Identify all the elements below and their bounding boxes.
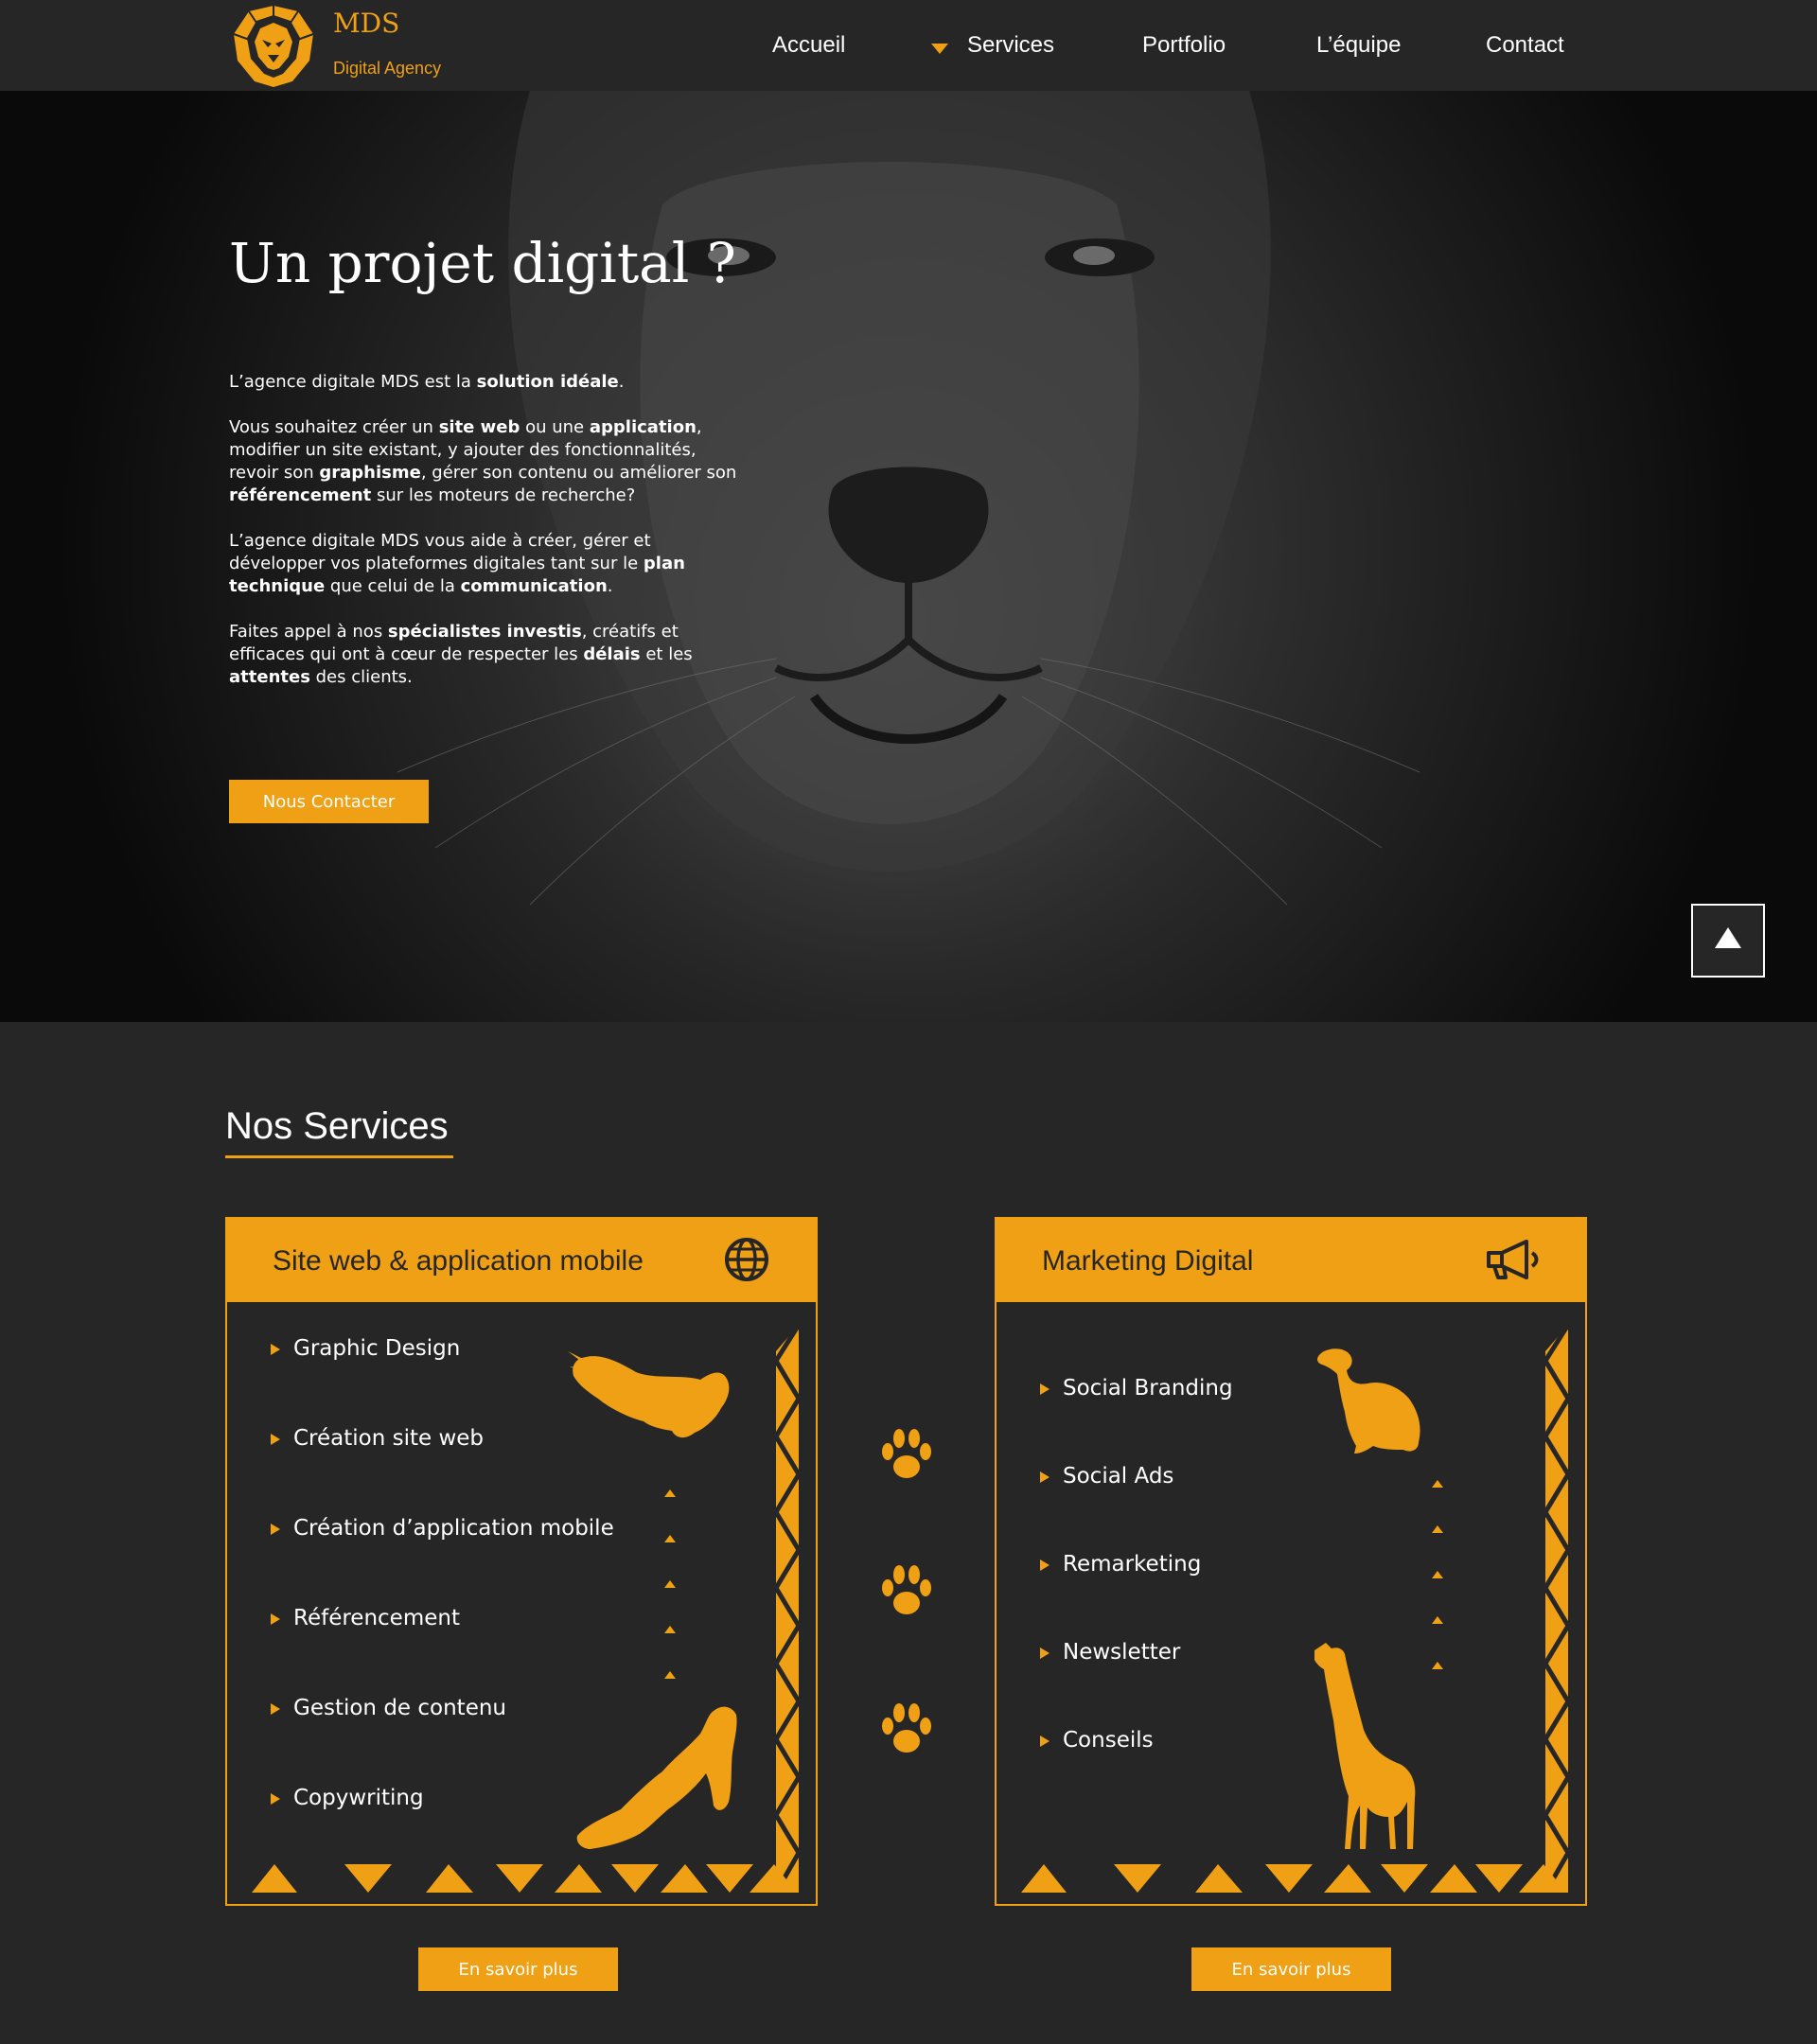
service-card-web: Site web & application mobile Graphic De… [225,1217,818,1906]
arrow-up-icon[interactable] [1691,904,1765,978]
triangle-right-icon [1040,1471,1050,1483]
nav-item-equipe[interactable]: L’équipe [1316,32,1401,59]
triangle-right-icon [1040,1648,1050,1659]
triangle-right-icon [271,1524,280,1535]
hero-paragraph: Vous souhaitez créer un site web ou une … [229,417,737,505]
lion-head-logo[interactable] [230,2,317,89]
service-card-marketing: Marketing Digital Social Branding Social… [995,1217,1587,1906]
triangle-right-icon [1040,1559,1050,1571]
triangle-right-icon [1040,1383,1050,1395]
triangle-right-icon [271,1434,280,1445]
triangle-right-icon [271,1344,280,1355]
vulture-silhouette [1317,1348,1420,1454]
triangle-right-icon [271,1703,280,1715]
top-navbar: MDS Digital Agency Accueil Services Port… [0,0,1817,91]
giraffe-silhouette [1314,1643,1416,1849]
triangle-right-icon [271,1793,280,1805]
hero-paragraph: L’agence digitale MDS est la solution id… [229,372,625,392]
nav-item-accueil[interactable]: Accueil [772,32,845,59]
hero-paragraph: L’agence digitale MDS vous aide à créer,… [229,531,685,596]
chevron-down-icon[interactable] [931,44,948,54]
paw-icon [882,1429,931,1478]
triangle-right-icon [271,1613,280,1625]
brand-name[interactable]: MDS [333,8,399,39]
nav-item-contact[interactable]: Contact [1486,32,1564,59]
title-underline [225,1155,453,1158]
nav-item-services[interactable]: Services [967,32,1054,59]
hero-title: Un projet digital ? [229,231,736,295]
hero-description: L’agence digitale MDS est la solution id… [229,371,740,712]
lioness-silhouette [576,1706,737,1849]
learn-more-web-button[interactable]: En savoir plus [418,1947,618,1991]
paw-icon [882,1565,931,1614]
learn-more-marketing-button[interactable]: En savoir plus [1191,1947,1391,1991]
triangle-right-icon [1040,1736,1050,1747]
contact-button[interactable]: Nous Contacter [229,780,429,823]
hero-paragraph: Faites appel à nos spécialistes investis… [229,622,693,687]
paw-icon [882,1703,931,1753]
brand-tagline: Digital Agency [333,59,442,78]
eagle-silhouette [568,1351,730,1438]
services-title: Nos Services [225,1105,449,1147]
hero-section: Un projet digital ? L’agence digitale MD… [0,91,1817,1022]
nav-item-portfolio[interactable]: Portfolio [1142,32,1226,59]
